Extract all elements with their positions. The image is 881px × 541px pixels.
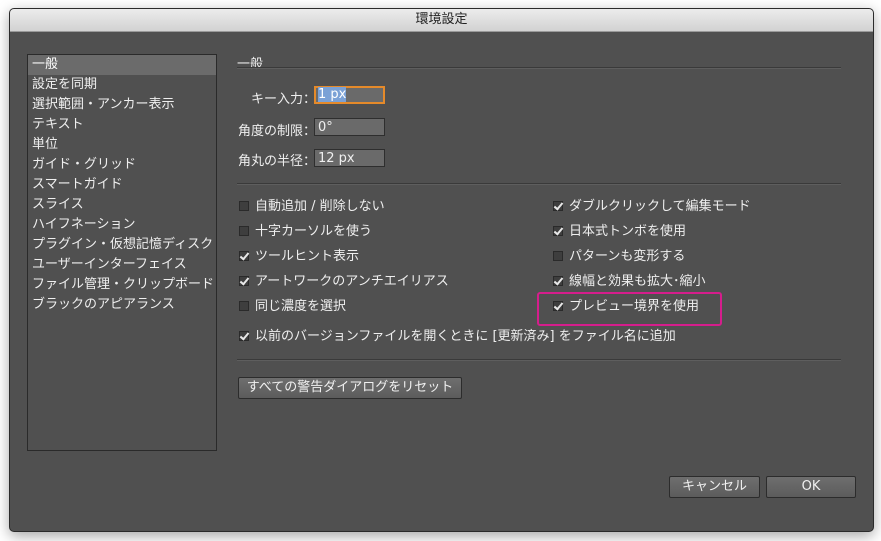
reset-warnings-button[interactable]: すべての警告ダイアログをリセット — [238, 377, 462, 399]
sidebar-item-black-appearance[interactable]: ブラックのアピアランス — [28, 295, 216, 315]
key-input-label: キー入力： — [251, 92, 317, 107]
checkbox-box-checked[interactable] — [239, 331, 249, 341]
preview-bounds-highlight — [537, 292, 722, 326]
sidebar-item-user-interface[interactable]: ユーザーインターフェイス — [28, 255, 216, 275]
sidebar-item-hyphenation[interactable]: ハイフネーション — [28, 215, 216, 235]
section-title: 一般 — [237, 57, 264, 72]
sidebar-item-type[interactable]: テキスト — [28, 115, 216, 135]
sidebar-item-smart-guides[interactable]: スマートガイド — [28, 175, 216, 195]
checkbox-box-checked[interactable] — [553, 226, 563, 236]
sidebar-item-general[interactable]: 一般 — [28, 55, 216, 75]
sidebar-item-units[interactable]: 単位 — [28, 135, 216, 155]
checkbox-scale-strokes[interactable]: 線幅と効果も拡大･縮小 — [553, 273, 706, 291]
checkbox-append-updated[interactable]: 以前のバージョンファイルを開くときに [更新済み] をファイル名に追加 — [239, 328, 676, 346]
checkbox-box[interactable] — [239, 201, 249, 211]
checkbox-box-checked[interactable] — [553, 201, 563, 211]
window-title: 環境設定 — [10, 9, 873, 32]
sidebar-item-selection-anchor[interactable]: 選択範囲・アンカー表示 — [28, 95, 216, 115]
checkbox-japanese-crop-marks[interactable]: 日本式トンボを使用 — [553, 223, 686, 241]
ok-button[interactable]: OK — [766, 476, 856, 498]
options-divider — [237, 183, 841, 185]
checkbox-box[interactable] — [239, 301, 249, 311]
checkbox-box[interactable] — [553, 251, 563, 261]
checkbox-tooltips[interactable]: ツールヒント表示 — [239, 248, 359, 266]
checkbox-antialias[interactable]: アートワークのアンチエイリアス — [239, 273, 449, 291]
preferences-dialog: 環境設定 一般 設定を同期 選択範囲・アンカー表示 テキスト 単位 ガイド・グリ… — [9, 8, 874, 532]
sidebar-item-file-handling[interactable]: ファイル管理・クリップボード — [28, 275, 216, 295]
checkbox-box-checked[interactable] — [239, 251, 249, 261]
checkbox-same-tint[interactable]: 同じ濃度を選択 — [239, 298, 346, 316]
checkbox-double-click-isolate[interactable]: ダブルクリックして編集モード — [553, 198, 751, 216]
bottom-divider — [237, 359, 841, 361]
checkbox-auto-add-delete[interactable]: 自動追加 / 削除しない — [239, 198, 385, 216]
preferences-sidebar: 一般 設定を同期 選択範囲・アンカー表示 テキスト 単位 ガイド・グリッド スマ… — [27, 54, 217, 451]
sidebar-item-slices[interactable]: スライス — [28, 195, 216, 215]
checkbox-box[interactable] — [239, 226, 249, 236]
corner-radius-label: 角丸の半径： — [238, 154, 317, 169]
sidebar-item-guides-grid[interactable]: ガイド・グリッド — [28, 155, 216, 175]
sidebar-item-sync[interactable]: 設定を同期 — [28, 75, 216, 95]
checkbox-transform-patterns[interactable]: パターンも変形する — [553, 248, 685, 266]
section-divider — [237, 67, 841, 69]
key-input-field[interactable]: 1 px — [314, 86, 385, 104]
checkbox-box-checked[interactable] — [553, 276, 563, 286]
corner-radius-field[interactable]: 12 px — [314, 149, 385, 167]
sidebar-item-plugins-scratch[interactable]: プラグイン・仮想記憶ディスク — [28, 235, 216, 255]
checkbox-crosshair-cursor[interactable]: 十字カーソルを使う — [239, 223, 372, 241]
angle-field[interactable]: 0° — [314, 118, 385, 136]
cancel-button[interactable]: キャンセル — [669, 476, 760, 498]
angle-label: 角度の制限： — [238, 124, 317, 139]
checkbox-box-checked[interactable] — [239, 276, 249, 286]
